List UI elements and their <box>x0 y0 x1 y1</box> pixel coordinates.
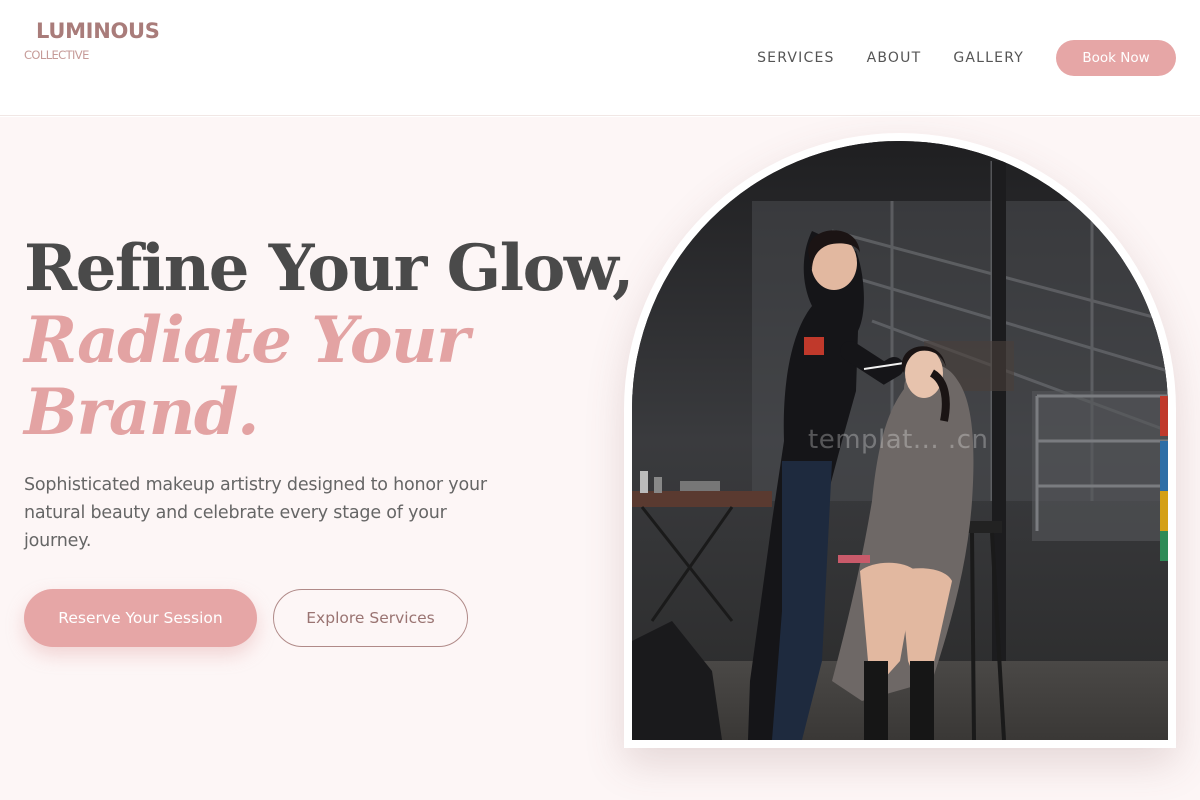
explore-services-button[interactable]: Explore Services <box>273 589 468 647</box>
headline-line-3: Brand. <box>24 375 259 450</box>
hero-photo: templat... .cn <box>632 141 1168 740</box>
image-watermark: templat... .cn <box>808 425 989 455</box>
nav-link-services[interactable]: SERVICES <box>757 50 835 66</box>
hero-subcopy: Sophisticated makeup artistry designed t… <box>24 475 487 551</box>
hero-section: Refine Your Glow, Radiate Your Brand. So… <box>0 117 1200 800</box>
hero-headline: Refine Your Glow, Radiate Your Brand. <box>24 231 634 450</box>
headline-line-1: Refine Your Glow, <box>24 231 634 306</box>
reserve-session-button[interactable]: Reserve Your Session <box>24 589 257 647</box>
book-now-button[interactable]: Book Now <box>1056 40 1176 76</box>
logo-tagline: COLLECTIVE <box>24 48 89 62</box>
site-header: LUMINOUS COLLECTIVE SERVICES ABOUT GALLE… <box>0 0 1200 116</box>
logo-wordmark: LUMINOUS <box>36 19 160 43</box>
logo[interactable]: LUMINOUS COLLECTIVE <box>24 18 160 62</box>
hero-image-frame: templat... .cn <box>624 133 1176 748</box>
main-nav: SERVICES ABOUT GALLERY Book Now <box>757 40 1176 76</box>
headline-line-2: Radiate Your <box>24 303 470 378</box>
nav-link-about[interactable]: ABOUT <box>867 50 922 66</box>
nav-link-gallery[interactable]: GALLERY <box>953 50 1024 66</box>
